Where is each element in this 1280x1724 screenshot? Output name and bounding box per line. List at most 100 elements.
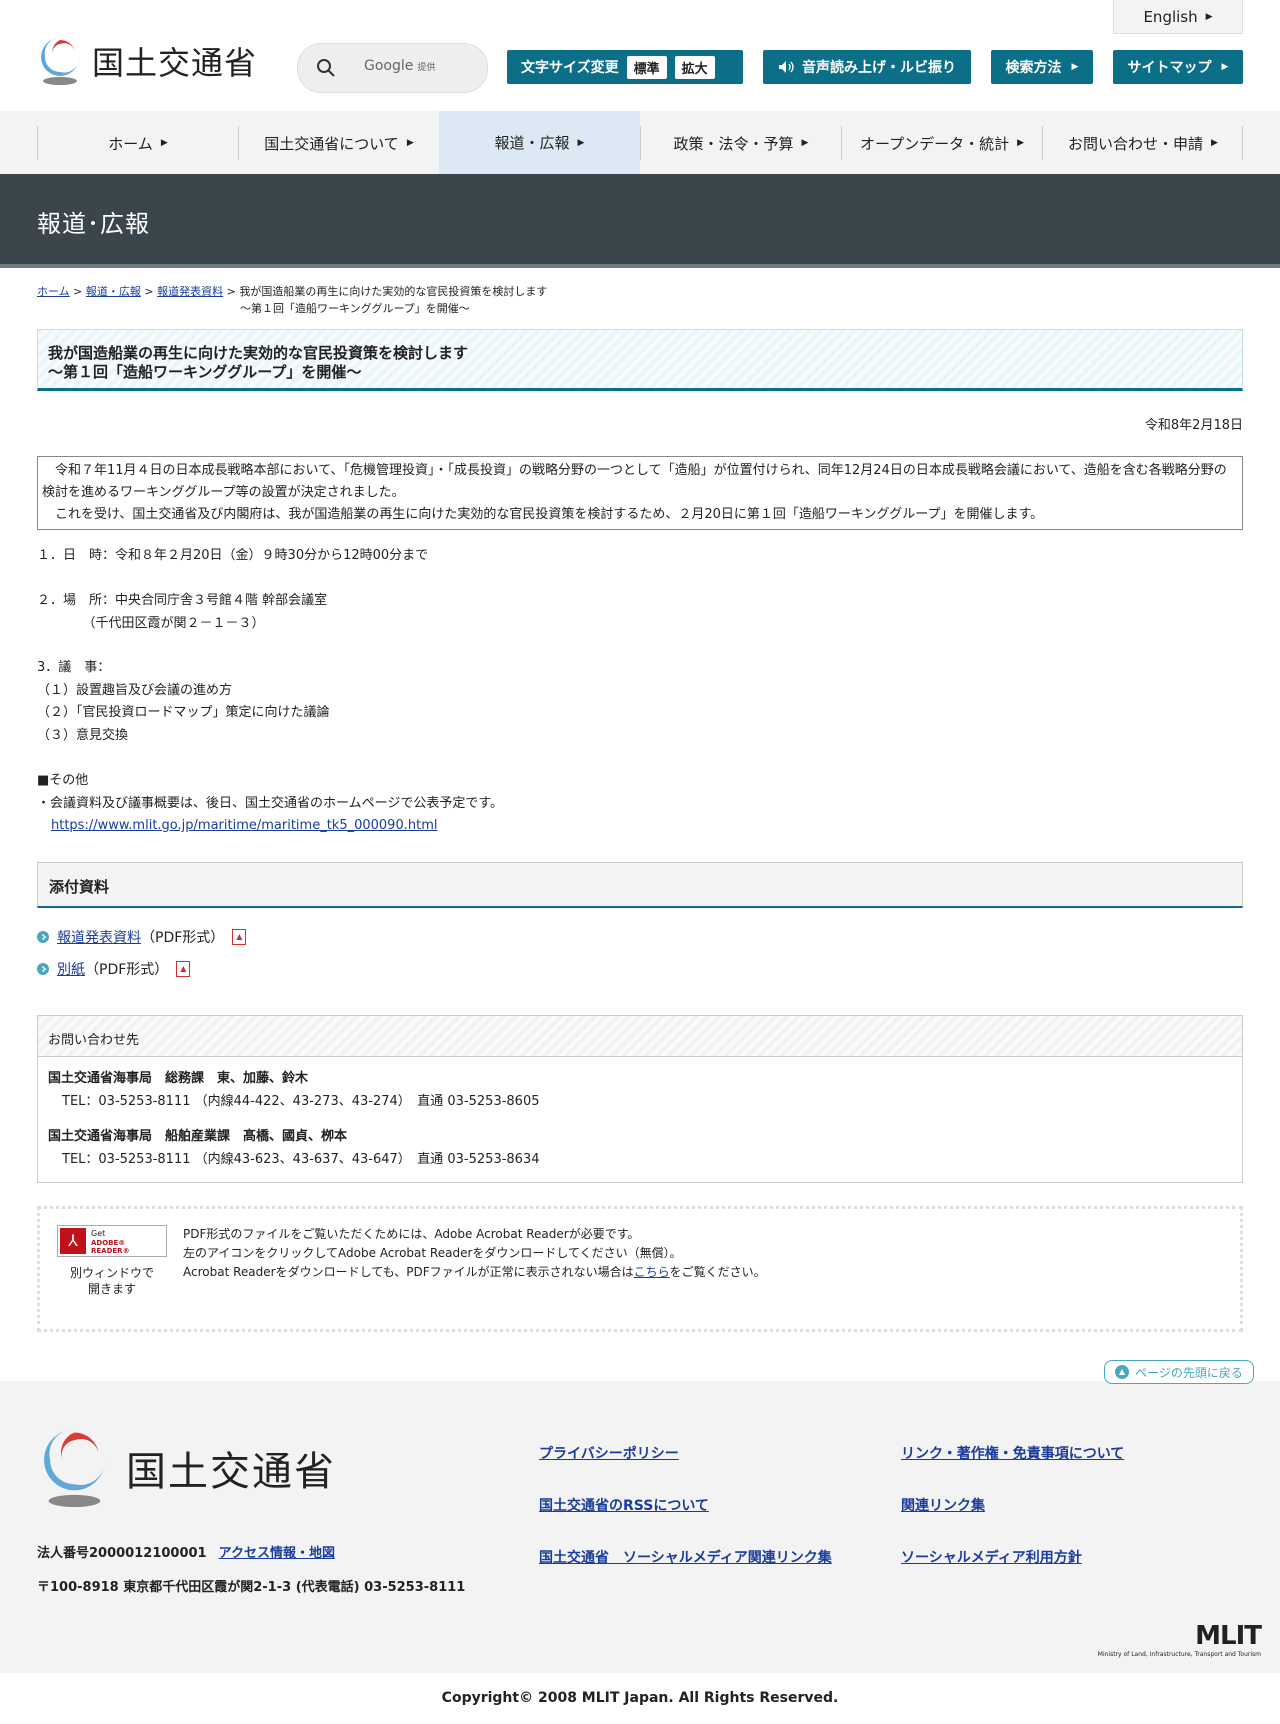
search-input[interactable]: Google 提供 [364,58,435,74]
footer-address: 〒100-8918 東京都千代田区霞が関2-1-3 (代表電話) 03-5253… [37,1580,466,1595]
search-method-button[interactable]: 検索方法 ▶ [991,50,1093,84]
adobe-line: Acrobat Readerをダウンロードしても、PDFファイルが正常に表示され… [183,1263,766,1282]
search-box[interactable]: Google 提供 [297,43,488,93]
privacy-policy-link[interactable]: プライバシーポリシー [539,1443,679,1463]
social-media-links-link[interactable]: 国土交通省 ソーシャルメディア関連リンク集 [539,1547,832,1567]
nav-item-press[interactable]: 報道・広報 ▶ [439,111,640,174]
section-datetime: １．日 時：令和８年２月20日（金）９時30分から12時00分まで [37,545,428,568]
caption-line: 別ウィンドウで [69,1266,154,1280]
footer-logo[interactable]: 国土交通省 [38,1423,338,1513]
agenda-item: （２）「官民投資ロードマップ」策定に向けた議論 [37,705,330,720]
datetime-text: １．日 時：令和８年２月20日（金）９時30分から12時00分まで [37,548,429,563]
mlit-wordmark: MLIT [1195,1621,1262,1651]
triangle-right-icon: ▶ [1221,62,1229,72]
related-links-link[interactable]: 関連リンク集 [901,1495,985,1515]
agenda-heading: 3．議 事： [37,660,111,675]
nav-item-opendata[interactable]: オープンデータ・統計 ▶ [841,126,1042,160]
agenda-item: （３）意見交換 [37,727,129,743]
adobe-help-link[interactable]: こちら [634,1265,670,1279]
meeting-materials-link[interactable]: https://www.mlit.go.jp/maritime/maritime… [51,818,437,833]
breadcrumb-press[interactable]: 報道・広報 [86,285,141,298]
contact-tel: TEL：03-5253-8111 （内線43-623、43-637、43-647… [62,1152,540,1167]
section-agenda: 3．議 事： （１）設置趣旨及び会議の進め方 （２）「官民投資ロードマップ」策定… [37,657,330,747]
triangle-right-icon: ▶ [801,138,809,148]
footer-logo-text: 国土交通省 [126,1449,336,1495]
site-footer: 国土交通省 法人番号2000012100001 アクセス情報・地図 〒100-89… [0,1381,1280,1673]
summary-box: 令和７年11月４日の日本成長戦略本部において、「危機管理投資」・「成長投資」の戦… [37,456,1243,530]
mlit-logo: MLIT Ministry of Land, Infrastructure, T… [1098,1621,1262,1658]
contact-box: お問い合わせ先 国土交通省海事局 総務課 東、加藤、鈴木 TEL：03-5253… [37,1015,1243,1183]
copyright-link[interactable]: リンク・著作権・免責事項について [901,1443,1124,1463]
attachments-heading: 添付資料 [37,862,1243,908]
nav-item-policy[interactable]: 政策・法令・予算 ▶ [640,126,841,160]
breadcrumb: ホーム > 報道・広報 > 報道発表資料 > 我が国造船業の再生に向けた実効的な… [37,283,737,317]
nav-label: お問い合わせ・申請 [1068,134,1204,153]
summary-paragraph: 令和７年11月４日の日本成長戦略本部において、「危機管理投資」・「成長投資」の戦… [42,463,1227,500]
adobe-line-post: をご覧ください。 [669,1265,766,1279]
rss-link[interactable]: 国土交通省のRSSについて [539,1495,709,1515]
adobe-text: PDF形式のファイルをご覧いただくためには、Adobe Acrobat Read… [183,1225,766,1282]
breadcrumb-current: 我が国造船業の再生に向けた実効的な官民投資策を検討します [239,285,548,298]
article-title-line2: ～第１回「造船ワーキンググループ」を開催～ [48,363,362,381]
chevron-circle-icon [37,963,49,975]
english-label: English [1143,7,1198,26]
attachment-link-press-release[interactable]: 報道発表資料 [57,927,141,947]
attachment-format: （PDF形式） [141,930,225,946]
triangle-right-icon: ▶ [406,138,414,148]
contact-heading: お問い合わせ先 [38,1016,1242,1057]
breadcrumb-home[interactable]: ホーム [37,285,70,298]
adobe-caption: 別ウィンドウで 開きます [52,1265,172,1297]
adobe-reader-box: ⅄ Get ADOBE® READER® 別ウィンドウで 開きます PDF形式の… [37,1206,1243,1332]
pdf-icon: ▲ [176,961,191,977]
section-other: ■その他 ・会議資料及び議事概要は、後日、国土交通省のホームページで公表予定です… [37,770,503,838]
access-map-link[interactable]: アクセス情報・地図 [219,1546,335,1561]
contact-org: 国土交通省海事局 総務課 東、加藤、鈴木 [48,1071,309,1086]
page-title: 報道･広報 [37,210,150,238]
social-media-policy-link[interactable]: ソーシャルメディア利用方針 [901,1547,1082,1567]
nav-divider [1242,126,1243,160]
attachment-item: 別紙 （PDF形式） ▲ [37,959,191,979]
attachment-link-appendix[interactable]: 別紙 [57,959,85,979]
pdf-icon: ▲ [232,929,247,945]
other-text: ・会議資料及び議事概要は、後日、国土交通省のホームページで公表予定です。 [37,795,504,811]
article-title-line1: 我が国造船業の再生に向けた実効的な官民投資策を検討します [48,344,469,362]
contact-tel: TEL：03-5253-8111 （内線44-422、43-273、43-274… [62,1094,540,1109]
copyright: Copyright© 2008 MLIT Japan. All Rights R… [441,1690,839,1706]
nav-label: 報道・広報 [494,134,570,152]
search-icon [317,59,335,77]
adobe-line: 左のアイコンをクリックしてAdobe Acrobat Readerをダウンロード… [183,1246,682,1260]
global-nav: ホーム ▶ 国土交通省について ▶ 報道・広報 ▶ 政策・法令・予算 ▶ オープンデータ… [0,111,1280,175]
speaker-icon [779,61,794,73]
breadcrumb-separator: > [73,285,83,298]
nav-item-home[interactable]: ホーム ▶ [37,126,238,160]
attachment-format: （PDF形式） [85,962,169,978]
publish-date: 令和8年2月18日 [1144,418,1243,433]
breadcrumb-release[interactable]: 報道発表資料 [157,285,223,298]
place-address: （千代田区霞が関２－１－３） [37,615,265,631]
sitemap-button[interactable]: サイトマップ ▶ [1113,50,1243,84]
mlit-emblem-icon [44,1429,105,1508]
nav-item-about[interactable]: 国土交通省について ▶ [238,126,439,160]
triangle-right-icon: ▶ [1017,138,1025,148]
voice-label: 音声読み上げ・ルビ振り [802,60,956,76]
voice-reading-button[interactable]: 音声読み上げ・ルビ振り [763,50,971,84]
font-large-button[interactable]: 拡大 [674,55,715,79]
site-logo[interactable]: 国土交通省 [36,34,266,86]
get-adobe-reader-button[interactable]: ⅄ Get ADOBE® READER® [57,1225,167,1257]
footer-info: 法人番号2000012100001 アクセス情報・地図 〒100-8918 東京都… [37,1537,465,1605]
triangle-right-icon: ▶ [160,138,168,148]
nav-item-contact[interactable]: お問い合わせ・申請 ▶ [1042,126,1243,160]
section-place: ２．場 所：中央合同庁舎３号館４階 幹部会議室 （千代田区霞が関２－１－３） [37,590,327,635]
badge-text: Get [91,1229,106,1238]
page-top-label: ページの先頭に戻る [1135,1365,1243,1380]
english-button[interactable]: English ▶ [1113,0,1243,34]
font-standard-button[interactable]: 標準 [626,55,667,79]
page-title-band: 報道･広報 [0,174,1280,268]
corporate-number: 法人番号2000012100001 [37,1546,207,1561]
adobe-line-pre: Acrobat Readerをダウンロードしても、PDFファイルが正常に表示され… [183,1265,634,1279]
nav-label: 国土交通省について [264,134,399,153]
caption-line: 開きます [87,1282,136,1296]
page-top-button[interactable]: ▲ ページの先頭に戻る [1104,1360,1254,1384]
arrow-up-icon: ▲ [1115,1365,1130,1379]
sitemap-label: サイトマップ [1127,60,1212,76]
